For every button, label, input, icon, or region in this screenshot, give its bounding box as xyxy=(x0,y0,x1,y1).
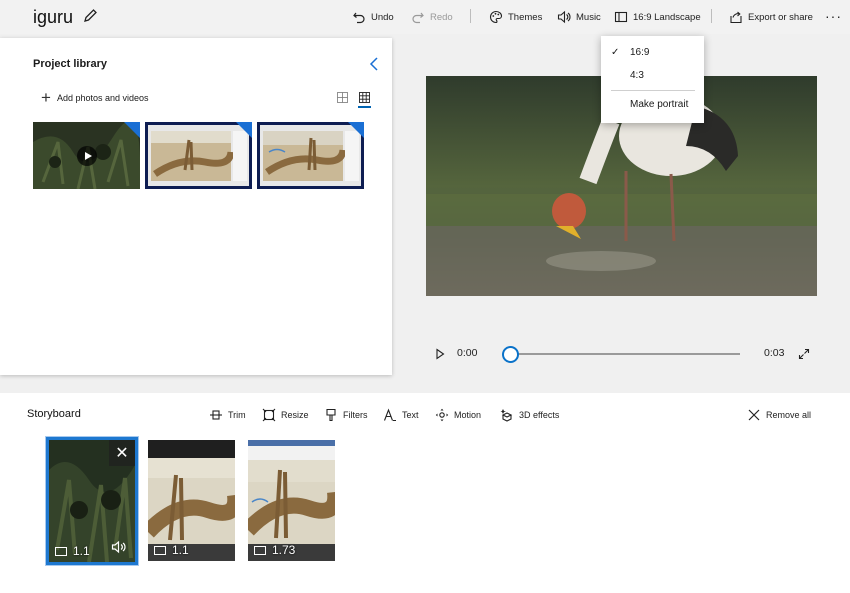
project-library-panel: Project library + Add photos and videos xyxy=(0,38,392,375)
filters-icon xyxy=(326,408,336,422)
clip-duration-value: 1.1 xyxy=(172,543,189,557)
menu-item-make-portrait[interactable]: Make portrait xyxy=(630,99,688,110)
export-label: Export or share xyxy=(748,11,813,23)
text-button[interactable]: Text xyxy=(383,407,419,423)
grid-view-small-icon[interactable] xyxy=(359,92,370,103)
undo-button[interactable]: Undo xyxy=(352,8,394,26)
trim-icon xyxy=(210,410,222,420)
added-badge xyxy=(348,122,364,138)
resize-button[interactable]: Resize xyxy=(262,407,309,423)
clip-duration-value: 1.73 xyxy=(272,543,296,557)
menu-divider xyxy=(611,90,695,91)
resize-icon xyxy=(262,408,276,422)
project-title: iguru xyxy=(33,7,74,27)
motion-button[interactable]: Motion xyxy=(435,407,481,423)
menu-item-16-9[interactable]: 16:9 xyxy=(630,47,649,58)
storyboard-panel: Storyboard Trim Resize Filters Text Moti… xyxy=(0,393,850,593)
view-selection-indicator xyxy=(358,106,371,108)
library-title: Project library xyxy=(33,58,107,70)
image-clip-icon xyxy=(254,545,266,555)
music-label: Music xyxy=(576,11,601,23)
play-icon[interactable] xyxy=(435,348,445,360)
plus-icon: + xyxy=(41,88,51,107)
aspect-ratio-icon xyxy=(614,11,628,23)
pencil-icon[interactable] xyxy=(82,8,98,24)
add-photos-label: Add photos and videos xyxy=(56,93,149,103)
redo-icon xyxy=(412,12,424,24)
clip-duration-value: 1.1 xyxy=(73,544,90,558)
undo-icon xyxy=(353,12,365,24)
text-icon xyxy=(383,408,396,422)
storyboard-card[interactable]: 1.73 xyxy=(248,440,335,561)
expand-icon[interactable] xyxy=(798,348,810,360)
aspect-ratio-menu: ✓ 16:9 4:3 Make portrait xyxy=(601,36,704,123)
library-item-video[interactable] xyxy=(33,122,140,189)
clip-duration: 1.1 xyxy=(154,543,189,557)
top-toolbar: iguru Undo Redo Themes Music 16:9 Landsc… xyxy=(0,0,850,34)
3d-effects-icon xyxy=(500,409,513,422)
add-photos-button[interactable]: + Add photos and videos xyxy=(41,88,149,107)
motion-label: Motion xyxy=(454,410,482,420)
export-icon xyxy=(730,11,742,24)
toolbar-divider xyxy=(711,9,712,23)
library-item-image[interactable] xyxy=(257,122,364,189)
motion-icon xyxy=(435,408,449,422)
storyboard-card[interactable]: ✕ 1.1 xyxy=(46,437,138,565)
current-time: 0:00 xyxy=(457,347,478,359)
music-button[interactable]: Music xyxy=(557,8,601,26)
play-icon xyxy=(77,146,97,166)
trim-label: Trim xyxy=(228,410,246,420)
toolbar-divider xyxy=(470,9,471,23)
total-time: 0:03 xyxy=(764,347,785,359)
added-badge xyxy=(236,122,252,138)
grid-view-large-icon[interactable] xyxy=(337,92,348,103)
storyboard-title: Storyboard xyxy=(27,408,81,420)
checkmark-icon: ✓ xyxy=(611,47,620,58)
redo-label: Redo xyxy=(430,11,453,23)
seek-handle[interactable] xyxy=(502,346,519,363)
resize-label: Resize xyxy=(281,410,309,420)
seek-bar[interactable] xyxy=(505,353,740,355)
trim-button[interactable]: Trim xyxy=(209,407,246,423)
3d-effects-button[interactable]: 3D effects xyxy=(500,407,559,423)
image-clip-icon xyxy=(154,545,166,555)
close-icon xyxy=(748,409,760,421)
filters-label: Filters xyxy=(343,410,368,420)
themes-button[interactable]: Themes xyxy=(489,8,542,26)
aspect-ratio-button[interactable]: 16:9 Landscape xyxy=(614,8,701,26)
more-options-button[interactable]: ··· xyxy=(825,8,842,24)
added-badge xyxy=(124,122,140,138)
remove-all-button[interactable]: Remove all xyxy=(747,407,811,423)
3d-effects-label: 3D effects xyxy=(519,410,560,420)
chevron-left-icon[interactable] xyxy=(368,56,380,72)
video-clip-icon xyxy=(55,546,67,556)
library-item-image[interactable] xyxy=(145,122,252,189)
themes-label: Themes xyxy=(508,11,543,23)
undo-label: Undo xyxy=(371,11,394,23)
redo-button[interactable]: Redo xyxy=(411,8,453,26)
clip-duration: 1.1 xyxy=(55,544,90,558)
menu-item-4-3[interactable]: 4:3 xyxy=(630,70,644,81)
palette-icon xyxy=(490,10,503,24)
storyboard-card[interactable]: 1.1 xyxy=(148,440,235,561)
export-button[interactable]: Export or share xyxy=(729,8,813,26)
remove-all-label: Remove all xyxy=(766,410,812,420)
aspect-ratio-label: 16:9 Landscape xyxy=(633,11,701,23)
speaker-icon xyxy=(557,10,571,24)
filters-button[interactable]: Filters xyxy=(324,407,368,423)
volume-icon[interactable] xyxy=(111,540,127,554)
text-label: Text xyxy=(402,410,419,420)
clip-duration: 1.73 xyxy=(254,543,295,557)
remove-clip-button[interactable]: ✕ xyxy=(109,440,135,466)
